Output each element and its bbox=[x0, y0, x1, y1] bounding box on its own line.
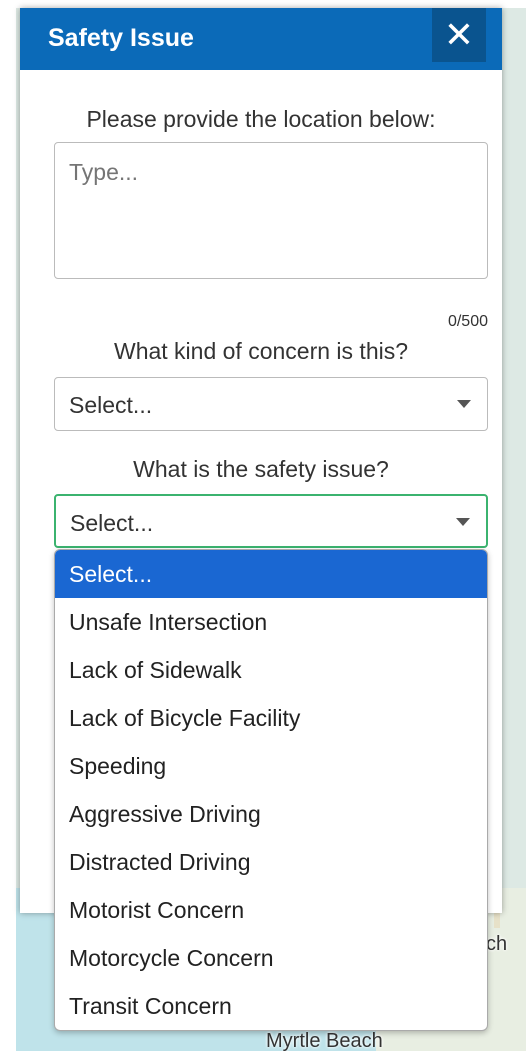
concern-kind-label: What kind of concern is this? bbox=[113, 338, 409, 364]
dropdown-option[interactable]: Lack of Bicycle Facility bbox=[55, 694, 487, 742]
concern-kind-select[interactable]: Select... bbox=[54, 377, 488, 431]
dropdown-option[interactable]: Transit Concern bbox=[55, 982, 487, 1030]
dropdown-option[interactable]: Motorist Concern bbox=[55, 886, 487, 934]
safety-issue-value: Select... bbox=[70, 510, 154, 536]
dropdown-option[interactable]: Aggressive Driving bbox=[55, 790, 487, 838]
close-icon: ✕ bbox=[443, 14, 475, 55]
dropdown-option[interactable]: Select... bbox=[55, 550, 487, 598]
location-label: Please provide the location below: bbox=[86, 106, 436, 132]
safety-issue-dropdown[interactable]: Select... Unsafe Intersection Lack of Si… bbox=[54, 549, 488, 1031]
map-label: ch bbox=[486, 933, 508, 955]
dropdown-option[interactable]: Lack of Sidewalk bbox=[55, 646, 487, 694]
dropdown-option[interactable]: Motorcycle Concern bbox=[55, 934, 487, 982]
dropdown-option[interactable]: Unsafe Intersection bbox=[55, 598, 487, 646]
location-input[interactable] bbox=[54, 142, 488, 279]
close-button[interactable]: ✕ bbox=[432, 8, 486, 62]
panel-header: Safety Issue bbox=[20, 8, 502, 70]
character-counter: 0/500 bbox=[447, 313, 488, 330]
dropdown-option[interactable]: Distracted Driving bbox=[55, 838, 487, 886]
chevron-down-icon bbox=[457, 400, 471, 408]
safety-issue-label: What is the safety issue? bbox=[133, 456, 389, 482]
dropdown-option[interactable]: Speeding bbox=[55, 742, 487, 790]
concern-kind-value: Select... bbox=[69, 392, 153, 418]
panel-title: Safety Issue bbox=[48, 24, 194, 52]
chevron-down-icon bbox=[456, 518, 470, 526]
map-label-city: Myrtle Beach bbox=[266, 1030, 383, 1051]
safety-issue-select[interactable]: Select... bbox=[54, 494, 488, 548]
